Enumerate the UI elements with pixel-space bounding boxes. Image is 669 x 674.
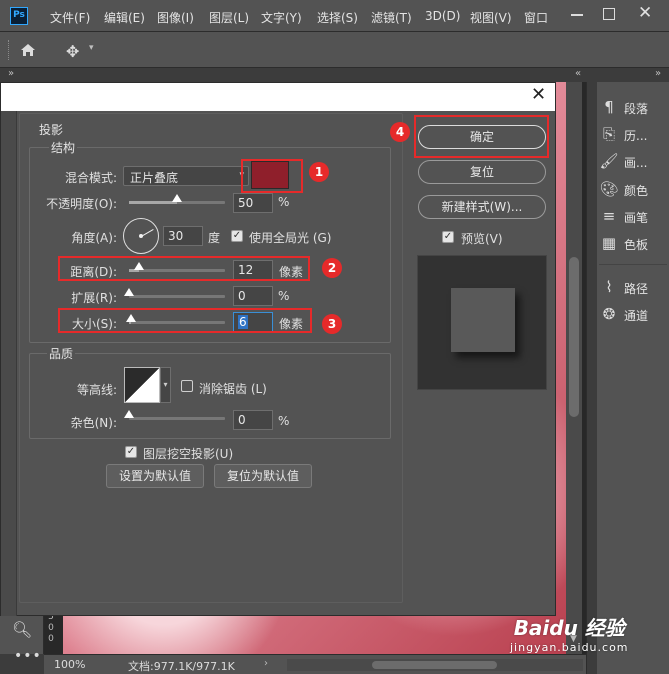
new-style-button[interactable]: 新建样式(W)... (418, 195, 546, 219)
menu-select[interactable]: 选择(S) (317, 9, 358, 26)
watermark-sub: jingyan.baidu.com (510, 641, 629, 654)
step-badge-3: 3 (322, 314, 342, 334)
document-size: 文档:977.1K/977.1K (128, 660, 235, 673)
options-bar: ✥ ▾ (0, 32, 669, 68)
move-tool-icon[interactable]: ✥ (66, 42, 79, 61)
menu-edit[interactable]: 编辑(E) (104, 9, 145, 26)
horizontal-scroll-thumb[interactable] (372, 661, 497, 669)
dialog-title-bar: ✕ (1, 83, 555, 111)
menu-bar: Ps 文件(F) 编辑(E) 图像(I) 图层(L) 文字(Y) 选择(S) 滤… (0, 0, 669, 32)
document-tab-row: » « » (0, 68, 669, 82)
panel-label: 历... (624, 129, 648, 143)
paths-icon: ⌇ (605, 278, 613, 296)
panel-collapse-icon[interactable]: » (655, 68, 661, 79)
menu-image[interactable]: 图像(I) (157, 9, 194, 26)
panel-paths[interactable]: ⌇ 路径 (599, 276, 669, 300)
panel-label: 画... (624, 156, 648, 170)
highlight-distance (58, 256, 310, 281)
close-icon[interactable]: ✕ (531, 84, 546, 105)
baidu-watermark: Baidu 经验 jingyan.baidu.com (510, 612, 629, 654)
status-bar: 100% 文档:977.1K/977.1K › (44, 654, 586, 674)
menu-filter[interactable]: 滤镜(T) (371, 9, 412, 26)
minimize-icon[interactable] (571, 14, 583, 16)
panel-swatches[interactable]: ▦ 色板 (599, 232, 669, 256)
panel-label: 色板 (624, 238, 649, 252)
preview-checkbox[interactable]: ✓ (442, 231, 454, 243)
close-window-icon[interactable]: ✕ (638, 3, 652, 23)
maximize-icon[interactable] (603, 8, 615, 20)
panel-history[interactable]: ⎘ 历... (599, 123, 669, 147)
panel-brush[interactable]: 🖌︎ 画... (599, 150, 669, 174)
reset-button[interactable]: 复位 (418, 160, 546, 184)
horizontal-scrollbar[interactable] (287, 659, 583, 671)
watermark-main: Baidu 经验 (513, 616, 625, 640)
panel-dock: ¶ 段落 ⎘ 历... 🖌︎ 画... 🎨︎ 颜色 ≡ 画笔 ▦ 色板 ⌇ 路径… (586, 82, 669, 674)
brush-settings-icon: ≡ (602, 207, 616, 225)
paragraph-icon: ¶ (604, 98, 614, 116)
vertical-ruler: 5 0 0 (44, 612, 58, 645)
palette-icon: 🎨︎ (599, 180, 619, 198)
panel-channels[interactable]: ❂ 通道 (599, 303, 669, 327)
zoom-tool-icon[interactable]: 🔍︎ (12, 620, 32, 639)
menu-type[interactable]: 文字(Y) (261, 9, 302, 26)
zoom-level[interactable]: 100% (54, 658, 85, 671)
panel-brush-settings[interactable]: ≡ 画笔 (599, 205, 669, 229)
panel-divider (599, 264, 667, 265)
chevron-down-icon[interactable]: ▾ (89, 43, 94, 53)
vertical-scrollbar[interactable]: ▼ (566, 82, 582, 654)
collapse-left-icon[interactable]: » (8, 68, 14, 79)
styles-list-edge (1, 111, 17, 616)
collapse-right-icon[interactable]: « (575, 68, 581, 79)
panel-label: 段落 (624, 102, 649, 116)
ruler-digit: 0 (48, 623, 54, 633)
panel-label: 通道 (624, 309, 649, 323)
ruler-digit: 0 (48, 634, 54, 644)
preview-label: 预览(V) (461, 232, 503, 246)
menu-file[interactable]: 文件(F) (50, 9, 90, 26)
grip-handle[interactable] (8, 40, 11, 60)
highlight-size (58, 308, 312, 333)
brush-icon: 🖌︎ (599, 152, 619, 170)
history-icon: ⎘ (602, 125, 615, 143)
step-badge-4: 4 (390, 122, 410, 142)
panel-label: 路径 (624, 282, 649, 296)
home-icon[interactable] (20, 43, 36, 57)
menu-view[interactable]: 视图(V) (470, 9, 512, 26)
channels-icon: ❂ (602, 305, 616, 323)
preview-square (451, 288, 515, 352)
step-badge-2: 2 (322, 258, 342, 278)
highlight-color (241, 159, 303, 193)
panel-color[interactable]: 🎨︎ 颜色 (599, 178, 669, 202)
status-menu-icon[interactable]: › (264, 658, 268, 669)
menu-3d[interactable]: 3D(D) (425, 9, 460, 23)
photoshop-logo: Ps (10, 7, 28, 25)
panel-paragraph[interactable]: ¶ 段落 (599, 96, 669, 120)
style-preview (417, 255, 547, 390)
panel-strip (587, 82, 597, 674)
panel-label: 颜色 (624, 184, 649, 198)
more-tools-icon[interactable]: ••• (14, 648, 42, 664)
menu-window[interactable]: 窗口 (524, 9, 548, 26)
swatches-icon: ▦ (601, 234, 617, 252)
menu-layer[interactable]: 图层(L) (209, 9, 249, 26)
step-badge-1: 1 (309, 162, 329, 182)
vertical-scroll-thumb[interactable] (569, 257, 579, 417)
settings-frame (19, 113, 403, 603)
panel-label: 画笔 (624, 211, 649, 225)
highlight-ok (414, 115, 549, 158)
